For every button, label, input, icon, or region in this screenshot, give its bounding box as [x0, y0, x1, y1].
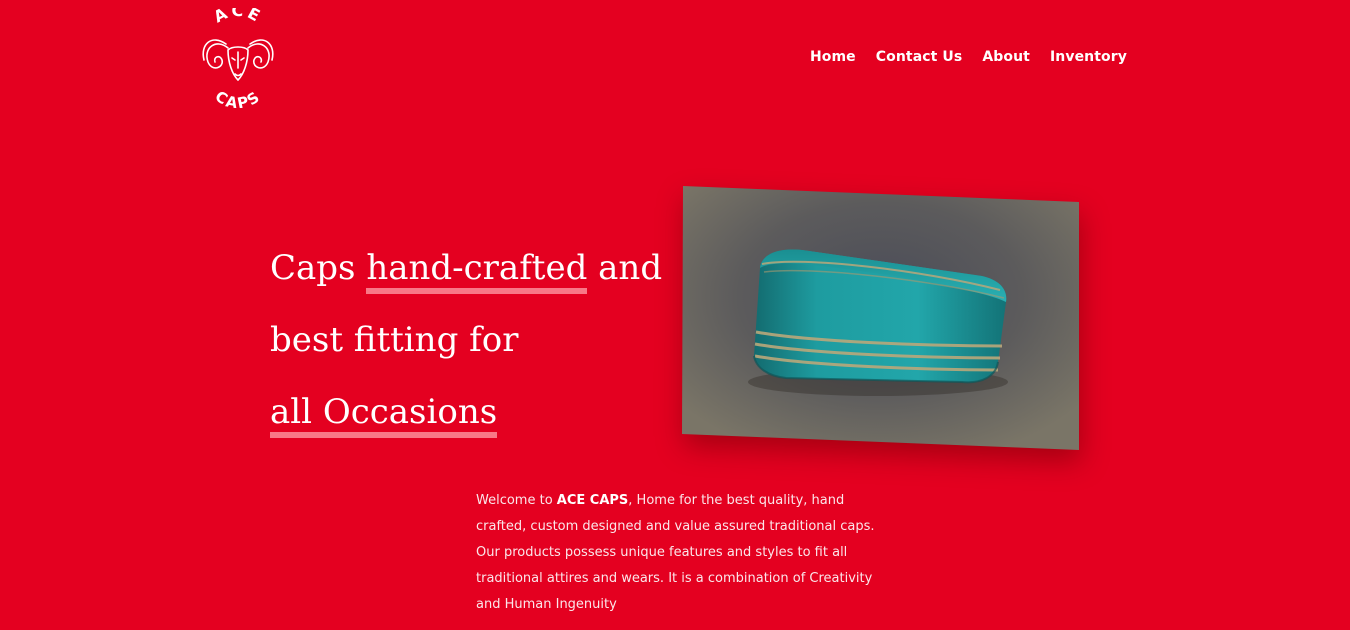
- product-photo: [682, 186, 1079, 450]
- welcome-paragraph: Welcome to ACE CAPS, Home for the best q…: [476, 488, 896, 618]
- hero-line-2: best fitting for: [270, 320, 519, 360]
- nav-inventory-link[interactable]: Inventory: [1050, 47, 1127, 67]
- ram-head-icon: ACE CAPS: [202, 8, 274, 108]
- nav-contact-us-link[interactable]: Contact Us: [876, 47, 963, 67]
- logo-top-text: ACE: [210, 8, 262, 27]
- brand-logo[interactable]: ACE CAPS: [198, 8, 278, 108]
- hero-line-1-prefix: Caps: [270, 248, 367, 288]
- welcome-intro: Welcome to: [476, 493, 557, 508]
- hero-highlight-hand-crafted: hand-crafted: [366, 232, 588, 304]
- hero-heading: Caps hand-crafted and best fitting for a…: [270, 232, 662, 448]
- nav-about-link[interactable]: About: [982, 47, 1030, 67]
- hero-line-3: all Occasions: [270, 376, 662, 448]
- svg-text:ACE: ACE: [210, 8, 265, 27]
- welcome-body: , Home for the best quality, hand crafte…: [476, 493, 875, 612]
- cap-image: [682, 186, 1079, 450]
- logo-bottom-text: CAPS: [212, 87, 263, 108]
- hero-highlight-all-occasions: all Occasions: [270, 376, 498, 448]
- page: ACE CAPS Home Contact Us About Inventory…: [0, 0, 1350, 630]
- main-nav: Home Contact Us About Inventory: [810, 47, 1127, 67]
- hero-line-1: Caps hand-crafted and: [270, 232, 662, 304]
- svg-text:CAPS: CAPS: [212, 87, 265, 108]
- hero-line-1-suffix: and: [587, 248, 663, 288]
- welcome-brand-name: ACE CAPS: [556, 493, 629, 508]
- nav-home-link[interactable]: Home: [810, 47, 856, 67]
